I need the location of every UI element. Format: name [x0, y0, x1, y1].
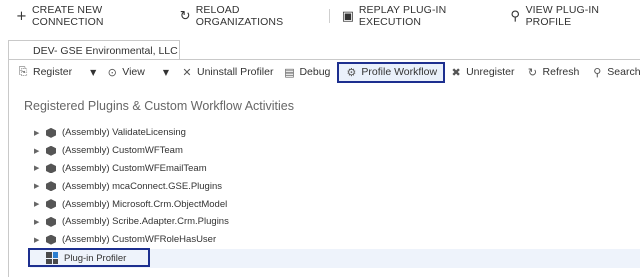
expand-arrow-icon[interactable]: ▶: [34, 129, 44, 137]
tree-item[interactable]: ▶ (Assembly) CustomWFRoleHasUser: [34, 231, 640, 249]
tree-item-label: (Assembly) ValidateLicensing: [62, 127, 186, 139]
tab-organization[interactable]: DEV- GSE Environmental, LLC: [8, 40, 180, 60]
replay-icon: ▣: [341, 8, 355, 24]
unregister-label: Unregister: [466, 66, 515, 78]
chevron-down-icon[interactable]: ▼: [163, 68, 169, 77]
register-label: Register: [33, 66, 73, 78]
replay-execution-button[interactable]: ▣ REPLAY PLUG-IN EXECUTION: [338, 4, 500, 28]
view-icon: ⊙: [107, 65, 117, 79]
page-title: Registered Plugins & Custom Workflow Act…: [24, 99, 295, 113]
expand-arrow-icon[interactable]: ▶: [34, 164, 44, 172]
search-icon: ⚲: [593, 65, 602, 79]
profile-icon: ⚲: [510, 8, 520, 24]
expand-arrow-icon[interactable]: ▶: [34, 200, 44, 208]
tree-item[interactable]: ▶ (Assembly) mcaConnect.GSE.Plugins: [34, 177, 640, 195]
assembly-icon: [46, 127, 56, 138]
plus-icon: +: [16, 8, 27, 24]
plugin-tree: ▶ (Assembly) ValidateLicensing ▶ (Assemb…: [30, 124, 640, 268]
tree-item-label: (Assembly) mcaConnect.GSE.Plugins: [62, 180, 222, 192]
selection-highlight: [28, 248, 150, 267]
unregister-icon: ✖: [451, 65, 461, 79]
divider: [328, 9, 330, 23]
tree-item[interactable]: ▶ (Assembly) ValidateLicensing: [34, 124, 640, 142]
tree-item-label: (Assembly) Scribe.Adapter.Crm.Plugins: [62, 216, 229, 228]
assembly-icon: [46, 181, 56, 192]
search-label: Search: [607, 66, 640, 78]
refresh-button[interactable]: ↻ Refresh: [524, 63, 583, 81]
view-profile-label: VIEW PLUG-IN PROFILE: [525, 4, 600, 28]
tab-organization-label: DEV- GSE Environmental, LLC: [33, 44, 178, 57]
profile-workflow-button[interactable]: ⚙ Profile Workflow: [337, 61, 446, 83]
expand-arrow-icon[interactable]: ▶: [34, 218, 44, 226]
register-button[interactable]: ⎘ Register ▼: [14, 63, 99, 81]
reload-organizations-label: RELOAD ORGANIZATIONS: [195, 4, 284, 28]
profile-workflow-label: Profile Workflow: [361, 66, 438, 78]
reload-organizations-button[interactable]: ↻ RELOAD ORGANIZATIONS: [176, 4, 321, 28]
uninstall-icon: ✕: [182, 65, 192, 79]
tree-item[interactable]: ▶ (Assembly) CustomWFTeam: [34, 142, 640, 160]
tree-item-label: (Assembly) CustomWFTeam: [62, 145, 183, 157]
debug-button[interactable]: ▤ Debug: [280, 63, 333, 81]
expand-arrow-icon[interactable]: ▶: [34, 236, 44, 244]
top-command-bar: + CREATE NEW CONNECTION ↻ RELOAD ORGANIZ…: [0, 0, 640, 32]
tree-item-label: (Assembly) CustomWFEmailTeam: [62, 162, 207, 174]
assembly-icon: [46, 216, 56, 227]
search-button[interactable]: ⚲ Search: [588, 63, 640, 81]
view-label: View: [122, 66, 145, 78]
tree-item[interactable]: ▶ (Assembly) Scribe.Adapter.Crm.Plugins: [34, 213, 640, 231]
view-button[interactable]: ⊙ View ▼: [103, 63, 172, 81]
debug-icon: ▤: [284, 65, 295, 79]
assembly-icon: [46, 163, 56, 174]
assembly-icon: [46, 145, 56, 156]
plugin-toolbar: ⎘ Register ▼ ⊙ View ▼ ✕ Uninstall Profil…: [14, 61, 640, 83]
expand-arrow-icon[interactable]: ▶: [34, 182, 44, 190]
reload-icon: ↻: [179, 8, 191, 24]
refresh-label: Refresh: [542, 66, 580, 78]
tree-item[interactable]: ▶ (Assembly) Microsoft.Crm.ObjectModel: [34, 195, 640, 213]
expand-arrow-icon[interactable]: ▶: [34, 147, 44, 155]
uninstall-profiler-button[interactable]: ✕ Uninstall Profiler: [178, 63, 276, 81]
assembly-icon: [46, 234, 56, 245]
create-connection-button[interactable]: + CREATE NEW CONNECTION: [12, 4, 167, 28]
debug-label: Debug: [299, 66, 331, 78]
refresh-icon: ↻: [527, 65, 538, 79]
tree-item-label: (Assembly) Microsoft.Crm.ObjectModel: [62, 198, 228, 210]
replay-execution-label: REPLAY PLUG-IN EXECUTION: [358, 4, 447, 28]
profile-workflow-icon: ⚙: [346, 65, 357, 79]
tree-item[interactable]: ▶ (Assembly) CustomWFEmailTeam: [34, 160, 640, 178]
create-connection-label: CREATE NEW CONNECTION: [32, 4, 104, 28]
uninstall-profiler-label: Uninstall Profiler: [197, 66, 274, 78]
unregister-button[interactable]: ✖ Unregister: [447, 63, 517, 81]
tree-item-label: (Assembly) CustomWFRoleHasUser: [62, 234, 217, 246]
register-icon: ⎘: [18, 65, 28, 78]
assembly-icon: [46, 199, 56, 210]
chevron-down-icon[interactable]: ▼: [90, 68, 96, 77]
view-profile-button[interactable]: ⚲ VIEW PLUG-IN PROFILE: [506, 4, 640, 28]
